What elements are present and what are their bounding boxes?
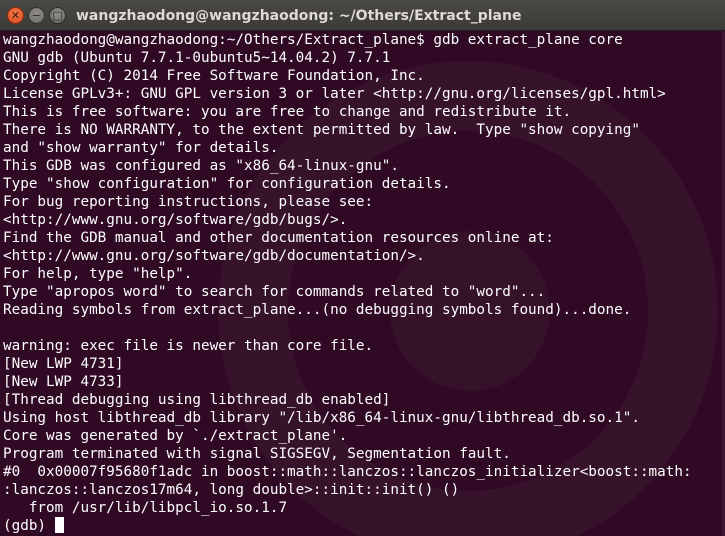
terminal-line: Type "apropos word" to search for comman… bbox=[3, 284, 546, 300]
terminal-line: [Thread debugging using libthread_db ena… bbox=[3, 392, 391, 408]
title-bar[interactable]: ✕ − □ wangzhaodong@wangzhaodong: ~/Other… bbox=[0, 0, 725, 31]
gdb-prompt: (gdb) bbox=[3, 518, 55, 534]
terminal-line: For help, type "help". bbox=[3, 266, 193, 282]
close-icon: ✕ bbox=[10, 9, 21, 22]
terminal-line: Find the GDB manual and other documentat… bbox=[3, 230, 554, 246]
minimize-icon: − bbox=[31, 9, 42, 22]
terminal-line: [New LWP 4733] bbox=[3, 374, 124, 390]
terminal-line: [New LWP 4731] bbox=[3, 356, 124, 372]
terminal-line: GNU gdb (Ubuntu 7.7.1-0ubuntu5~14.04.2) … bbox=[3, 50, 391, 66]
terminal-line: Core was generated by `./extract_plane'. bbox=[3, 428, 348, 444]
terminal-window: ✕ − □ wangzhaodong@wangzhaodong: ~/Other… bbox=[0, 0, 725, 536]
terminal-line: from /usr/lib/libpcl_io.so.1.7 bbox=[3, 500, 288, 516]
terminal-line: #0 0x00007f95680f1adc in boost::math::la… bbox=[3, 464, 692, 480]
terminal-line: This is free software: you are free to c… bbox=[3, 104, 572, 120]
terminal-line: There is NO WARRANTY, to the extent perm… bbox=[3, 122, 640, 138]
terminal-line: License GPLv3+: GNU GPL version 3 or lat… bbox=[3, 86, 666, 102]
close-button[interactable]: ✕ bbox=[7, 7, 24, 24]
terminal-line: wangzhaodong@wangzhaodong:~/Others/Extra… bbox=[3, 32, 623, 48]
terminal-line: warning: exec file is newer than core fi… bbox=[3, 338, 374, 354]
terminal-line: Program terminated with signal SIGSEGV, … bbox=[3, 446, 511, 462]
terminal-line: Using host libthread_db library "/lib/x8… bbox=[3, 410, 640, 426]
terminal-line: This GDB was configured as "x86_64-linux… bbox=[3, 158, 399, 174]
minimize-button[interactable]: − bbox=[28, 7, 45, 24]
terminal-line: Type "show configuration" for configurat… bbox=[3, 176, 451, 192]
maximize-icon: □ bbox=[52, 9, 63, 22]
terminal-line: <http://www.gnu.org/software/gdb/bugs/>. bbox=[3, 212, 348, 228]
terminal-line: and "show warranty" for details. bbox=[3, 140, 279, 156]
maximize-button[interactable]: □ bbox=[49, 7, 66, 24]
terminal-area[interactable]: wangzhaodong@wangzhaodong:~/Others/Extra… bbox=[0, 31, 725, 536]
terminal-line: Reading symbols from extract_plane...(no… bbox=[3, 302, 632, 318]
window-title: wangzhaodong@wangzhaodong: ~/Others/Extr… bbox=[76, 8, 522, 24]
terminal-output: wangzhaodong@wangzhaodong:~/Others/Extra… bbox=[3, 31, 692, 535]
terminal-line: For bug reporting instructions, please s… bbox=[3, 194, 374, 210]
text-cursor bbox=[54, 517, 64, 533]
terminal-line: :lanczos::lanczos17m64, long double>::in… bbox=[3, 482, 460, 498]
terminal-line: Copyright (C) 2014 Free Software Foundat… bbox=[3, 68, 425, 84]
terminal-line: <http://www.gnu.org/software/gdb/documen… bbox=[3, 248, 425, 264]
prompt-line[interactable]: (gdb) bbox=[3, 517, 692, 535]
